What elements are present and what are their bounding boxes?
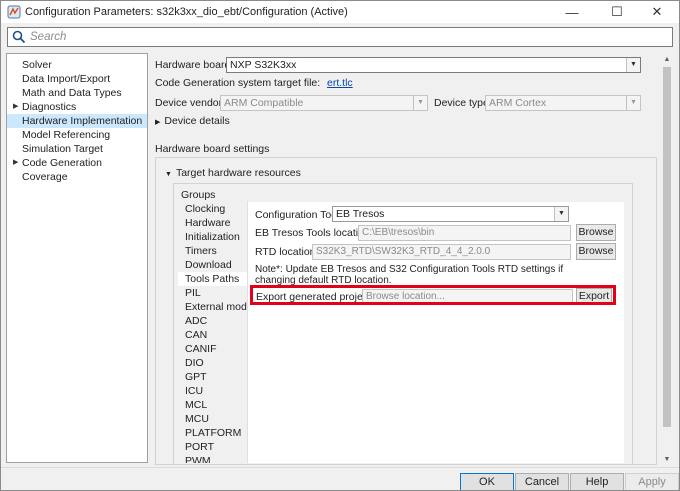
tree-item-hardware-implementation[interactable]: Hardware Implementation [7,114,147,128]
category-tree: Solver Data Import/Export Math and Data … [6,53,148,463]
tree-item-code-generation[interactable]: ▶ Code Generation [7,156,147,170]
group-item-canif[interactable]: CANIF [178,342,247,356]
rtd-location-label: RTD location: [255,246,319,258]
rtd-note-line1: Note*: Update EB Tresos and S32 Configur… [255,264,564,275]
minimize-button[interactable]: — [552,1,592,23]
browse-eb-button[interactable]: Browse [576,224,616,241]
expand-arrow-icon[interactable]: ▶ [13,100,18,114]
tree-item-simulation-target[interactable]: Simulation Target [7,142,147,156]
tree-item-model-referencing[interactable]: Model Referencing [7,128,147,142]
search-input[interactable]: Search [7,27,673,47]
group-item-platform[interactable]: PLATFORM [178,426,247,440]
rtd-location-field[interactable]: S32K3_RTD\SW32K3_RTD_4_4_2.0.0 [312,244,571,260]
group-item-port[interactable]: PORT [178,440,247,454]
group-item-hardware[interactable]: Hardware [178,216,247,230]
group-item-adc[interactable]: ADC [178,314,247,328]
config-tool-dropdown[interactable]: EB Tresos ▼ [332,206,569,222]
config-tool-label: Configuration Tool: [255,209,343,221]
eb-location-field[interactable]: C:\EB\tresos\bin [358,225,571,241]
expand-arrow-icon[interactable]: ▶ [13,156,18,170]
device-vendor-label: Device vendor: [155,97,226,109]
eb-location-label: EB Tresos Tools location: [255,227,373,239]
tools-paths-panel [248,202,624,463]
group-item-external-mode[interactable]: External mode [178,300,247,314]
title-bar: Configuration Parameters: s32k3xx_dio_eb… [1,1,679,23]
chevron-down-icon: ▼ [413,96,427,110]
tree-item-data-import-export[interactable]: Data Import/Export [7,72,147,86]
group-item-clocking[interactable]: Clocking [178,202,247,216]
group-item-mcu[interactable]: MCU [178,412,247,426]
target-file-link[interactable]: ert.tlc [327,77,353,89]
group-item-timers[interactable]: Timers [178,244,247,258]
highlight-annotation [250,285,616,305]
tree-item-solver[interactable]: Solver [7,58,147,72]
groups-label: Groups [181,189,216,201]
window-title: Configuration Parameters: s32k3xx_dio_eb… [25,6,348,18]
config-tool-value: EB Tresos [336,208,385,220]
group-item-mcl[interactable]: MCL [178,398,247,412]
vertical-scrollbar[interactable]: ▲ ▼ [661,53,673,465]
ok-button[interactable]: OK [460,473,514,490]
tree-item-diagnostics[interactable]: ▶ Diagnostics [7,100,147,114]
group-item-icu[interactable]: ICU [178,384,247,398]
group-item-pil[interactable]: PIL [178,286,247,300]
search-icon [12,30,26,44]
dialog-button-bar: OK Cancel Help Apply [1,467,679,490]
device-vendor-dropdown[interactable]: ARM Compatible ▼ [220,95,428,111]
tree-item-coverage[interactable]: Coverage [7,170,147,184]
chevron-down-icon: ▼ [626,96,640,110]
scroll-up-icon[interactable]: ▲ [661,53,673,65]
collapse-arrow-icon: ▼ [165,171,172,178]
target-file-label: Code Generation system target file: [155,77,321,89]
chevron-down-icon: ▼ [554,207,568,221]
groups-list: Clocking Hardware Initialization Timers … [178,201,248,463]
configuration-parameters-window: Configuration Parameters: s32k3xx_dio_eb… [0,0,680,491]
hardware-board-dropdown[interactable]: NXP S32K3xx ▼ [226,57,641,73]
group-item-gpt[interactable]: GPT [178,370,247,384]
chevron-down-icon: ▼ [626,58,640,72]
target-resources-toggle[interactable]: ▼ Target hardware resources [165,167,301,179]
scrollbar-thumb[interactable] [663,67,671,427]
board-settings-heading: Hardware board settings [155,143,270,155]
cancel-button[interactable]: Cancel [515,473,569,490]
browse-rtd-button[interactable]: Browse [576,243,616,260]
group-item-tools-paths[interactable]: Tools Paths [178,272,247,286]
scroll-down-icon[interactable]: ▼ [661,453,673,465]
expand-arrow-icon: ▶ [155,119,161,126]
group-item-dio[interactable]: DIO [178,356,247,370]
close-button[interactable]: ✕ [637,1,677,23]
search-placeholder: Search [30,31,67,43]
group-item-can[interactable]: CAN [178,328,247,342]
help-button[interactable]: Help [570,473,624,490]
device-type-dropdown[interactable]: ARM Cortex ▼ [485,95,641,111]
device-details-toggle[interactable]: ▶ Device details [155,115,230,127]
device-type-value: ARM Cortex [489,97,547,109]
hardware-board-value: NXP S32K3xx [230,59,297,71]
matlab-app-icon [7,5,21,19]
maximize-button[interactable]: ☐ [597,1,637,23]
group-item-pwm[interactable]: PWM [178,454,247,463]
hardware-board-label: Hardware board: [155,59,234,71]
device-type-label: Device type: [434,97,492,109]
device-vendor-value: ARM Compatible [224,97,304,109]
tree-item-math-and-data-types[interactable]: Math and Data Types [7,86,147,100]
apply-button[interactable]: Apply [625,473,679,490]
group-item-download[interactable]: Download [178,258,247,272]
group-item-initialization[interactable]: Initialization [178,230,247,244]
